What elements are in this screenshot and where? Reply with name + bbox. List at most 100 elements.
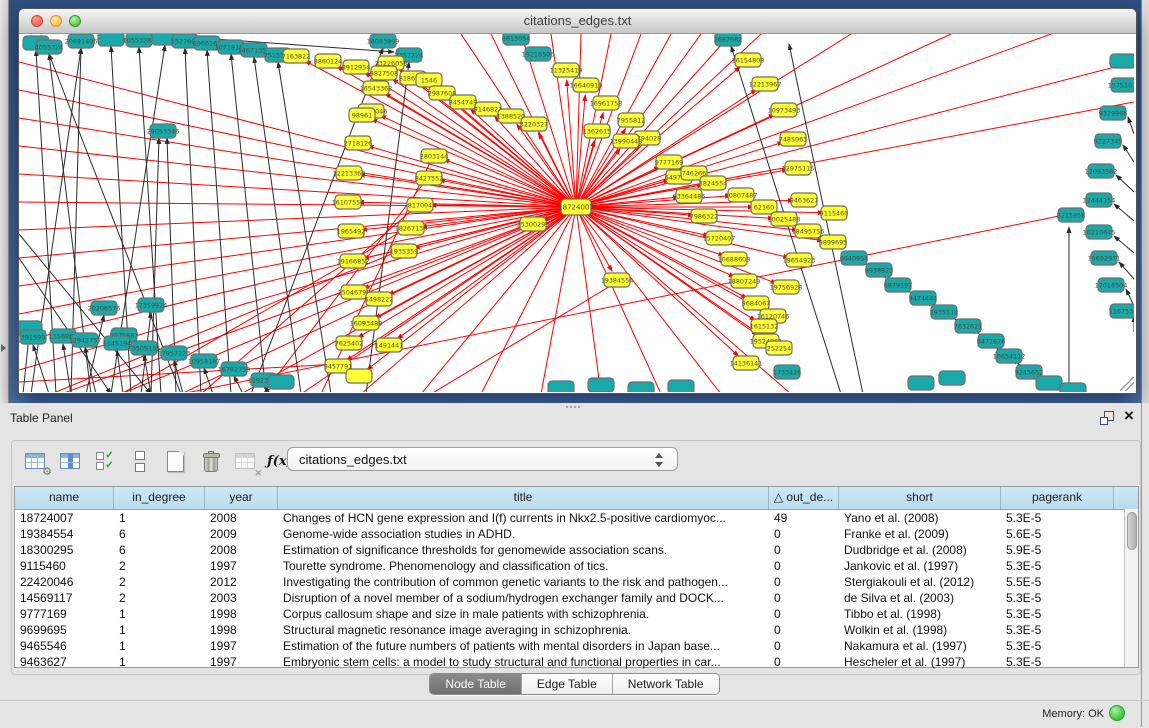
graph-node-20691406[interactable]: 20691406 — [65, 34, 98, 48]
table-settings-icon[interactable]: ⚙ — [22, 448, 48, 474]
graph-node-4055724[interactable]: 4055724 — [35, 40, 63, 54]
graph-node-7485063[interactable]: 7485063 — [779, 132, 807, 146]
table-scrollbar[interactable] — [1124, 509, 1138, 667]
select-rows-icon[interactable]: ✓ ✓ — [92, 448, 118, 474]
graph-node-12093582[interactable]: 12093582 — [1085, 164, 1118, 178]
graph-node-17359924[interactable]: 17359924 — [135, 298, 168, 312]
graph-node-16154808[interactable]: 16154808 — [732, 53, 765, 67]
graph-node-18807249[interactable]: 18807249 — [728, 274, 761, 288]
graph-node-7625402[interactable]: 7625402 — [335, 336, 363, 350]
graph-node-16543362[interactable]: 16543362 — [360, 81, 393, 95]
graph-node-19166852[interactable]: 19166852 — [337, 254, 370, 268]
graph-node-1362615[interactable]: 1362615 — [583, 124, 611, 138]
graph-node-19654923[interactable]: 19654923 — [783, 253, 816, 267]
graph-node-98961[interactable]: 98961 — [349, 108, 375, 122]
graph-node[interactable] — [939, 371, 965, 385]
graph-node[interactable] — [588, 378, 614, 392]
graph-node-12444154[interactable]: 12444154 — [1083, 193, 1116, 207]
graph-node[interactable] — [668, 380, 694, 392]
graph-node-9115460[interactable]: 9115460 — [820, 206, 848, 220]
table-row[interactable]: 911546021997Tourette syndrome. Phenomeno… — [15, 558, 1138, 574]
panel-splitter-handle[interactable] — [566, 405, 582, 410]
graph-node-14136141[interactable]: 14136141 — [730, 356, 763, 370]
graph-node-19218506[interactable]: 19218506 — [522, 47, 555, 61]
graph-node-19384554[interactable]: 19384554 — [601, 273, 634, 287]
tab-edge-table[interactable]: Edge Table — [522, 674, 613, 694]
graph-node-13505135[interactable]: 13505135 — [128, 341, 161, 355]
graph-node-2687682[interactable]: 2687682 — [714, 34, 742, 46]
graph-node[interactable] — [268, 375, 294, 389]
graph-node-12213363[interactable]: 12213363 — [333, 166, 366, 180]
graph-node-391590[interactable]: 391590 — [20, 330, 46, 344]
graph-node-1965492[interactable]: 1965492 — [337, 224, 365, 238]
table-row[interactable]: 946554611997Estimation of the future num… — [15, 638, 1138, 654]
graph-node-1491441[interactable]: 1491441 — [375, 338, 403, 352]
graph-node-15692971[interactable]: 15692971 — [1088, 251, 1121, 265]
graph-node-2718126[interactable]: 2718126 — [344, 136, 372, 150]
graph-node-7632621[interactable]: 7632621 — [954, 319, 982, 333]
graph-node-20206576[interactable]: 20206576 — [88, 301, 121, 315]
graph-node-9684067[interactable]: 9684067 — [742, 296, 770, 310]
row-boxes-icon[interactable] — [127, 448, 153, 474]
panel-collapse-arrow-icon[interactable] — [1, 344, 6, 352]
graph-node-8427552[interactable]: 8427552 — [415, 171, 443, 185]
close-panel-icon[interactable]: × — [1124, 406, 1134, 426]
graph-node[interactable] — [1110, 54, 1134, 68]
graph-node-8813054[interactable]: 8813054 — [502, 34, 530, 45]
column-header-short[interactable]: short — [839, 487, 1001, 509]
graph-node-11325419[interactable]: 11325419 — [550, 63, 583, 77]
graph-node-12213967[interactable]: 12213967 — [749, 77, 782, 91]
graph-node-2803144[interactable]: 2803144 — [420, 149, 448, 163]
graph-node-18267130[interactable]: 18267130 — [395, 221, 428, 235]
tab-node-table[interactable]: Node Table — [430, 674, 522, 694]
graph-node-12975115[interactable]: 12975115 — [782, 161, 815, 175]
delete-icon[interactable] — [197, 448, 223, 474]
graph-node-15720407[interactable]: 15720407 — [703, 231, 736, 245]
graph-node-18724007[interactable]: 18724007 — [558, 199, 594, 215]
graph-node-8860124[interactable]: 8860124 — [314, 54, 342, 68]
graph-node-1733426[interactable]: 1733426 — [773, 365, 801, 379]
table-row[interactable]: 969969511998Structural magnetic resonanc… — [15, 622, 1138, 638]
graph-node-25300293[interactable]: 25300293 — [517, 217, 550, 231]
graph-node-10958187[interactable]: 10958187 — [188, 354, 221, 368]
table-scrollbar-thumb[interactable] — [1127, 512, 1137, 550]
graph-node-23364486[interactable]: 23364486 — [673, 189, 706, 203]
graph-node-8938923[interactable]: 8938923 — [865, 263, 893, 277]
graph-node-10973493[interactable]: 10973493 — [768, 103, 801, 117]
column-visibility-icon[interactable] — [57, 448, 83, 474]
graph-node-2935114[interactable]: 2935114 — [930, 305, 958, 319]
network-canvas[interactable]: 4055724206914061055328715276026966161107… — [19, 34, 1134, 392]
graph-node-16210645[interactable]: 16210645 — [1083, 225, 1116, 239]
graph-node[interactable] — [628, 382, 654, 392]
graph-node-16083809[interactable]: 16083809 — [367, 34, 400, 48]
tab-network-table[interactable]: Network Table — [613, 674, 719, 694]
table-row[interactable]: 2242004622012Investigating the contribut… — [15, 574, 1138, 590]
graph-node-10688609[interactable]: 10688609 — [718, 252, 751, 266]
graph-node[interactable] — [908, 376, 934, 390]
graph-node-7163822[interactable]: 7163822 — [282, 49, 310, 63]
graph-node-17016504[interactable]: 17016504 — [1095, 278, 1128, 292]
graph-node-3824554[interactable]: 3824554 — [699, 176, 727, 190]
table-row[interactable]: 1938455462009Genome-wide association stu… — [15, 526, 1138, 542]
graph-node[interactable] — [1036, 376, 1062, 390]
graph-node-5498222[interactable]: 5498222 — [365, 292, 393, 306]
graph-node[interactable] — [548, 381, 574, 392]
column-header-year[interactable]: year — [205, 487, 278, 509]
graph-node-252254[interactable]: 252254 — [766, 341, 792, 355]
graph-node[interactable] — [1060, 383, 1086, 392]
graph-node[interactable] — [346, 369, 372, 383]
graph-node-10654112[interactable]: 10654112 — [993, 349, 1026, 363]
graph-node-817004[interactable]: 817004 — [407, 198, 433, 212]
graph-node-6640954[interactable]: 6640954 — [840, 251, 868, 265]
column-header-title[interactable]: title — [278, 487, 769, 509]
graph-node-1167534[interactable]: 1167534 — [1109, 304, 1134, 318]
graph-node-15751074[interactable]: 15751074 — [1108, 78, 1134, 92]
graph-node-9227349[interactable]: 9227349 — [1094, 134, 1122, 148]
graph-node-16961758[interactable]: 16961758 — [590, 96, 623, 110]
graph-node-16782759[interactable]: 16782759 — [218, 362, 251, 376]
column-header-pagerank[interactable]: pagerank — [1001, 487, 1114, 509]
graph-node-13990448[interactable]: 13990448 — [610, 134, 643, 148]
graph-node-8912954[interactable]: 8912954 — [342, 60, 370, 74]
graph-node-16093489[interactable]: 16093489 — [350, 316, 383, 330]
graph-node-9329966[interactable]: 9329966 — [1099, 106, 1127, 120]
